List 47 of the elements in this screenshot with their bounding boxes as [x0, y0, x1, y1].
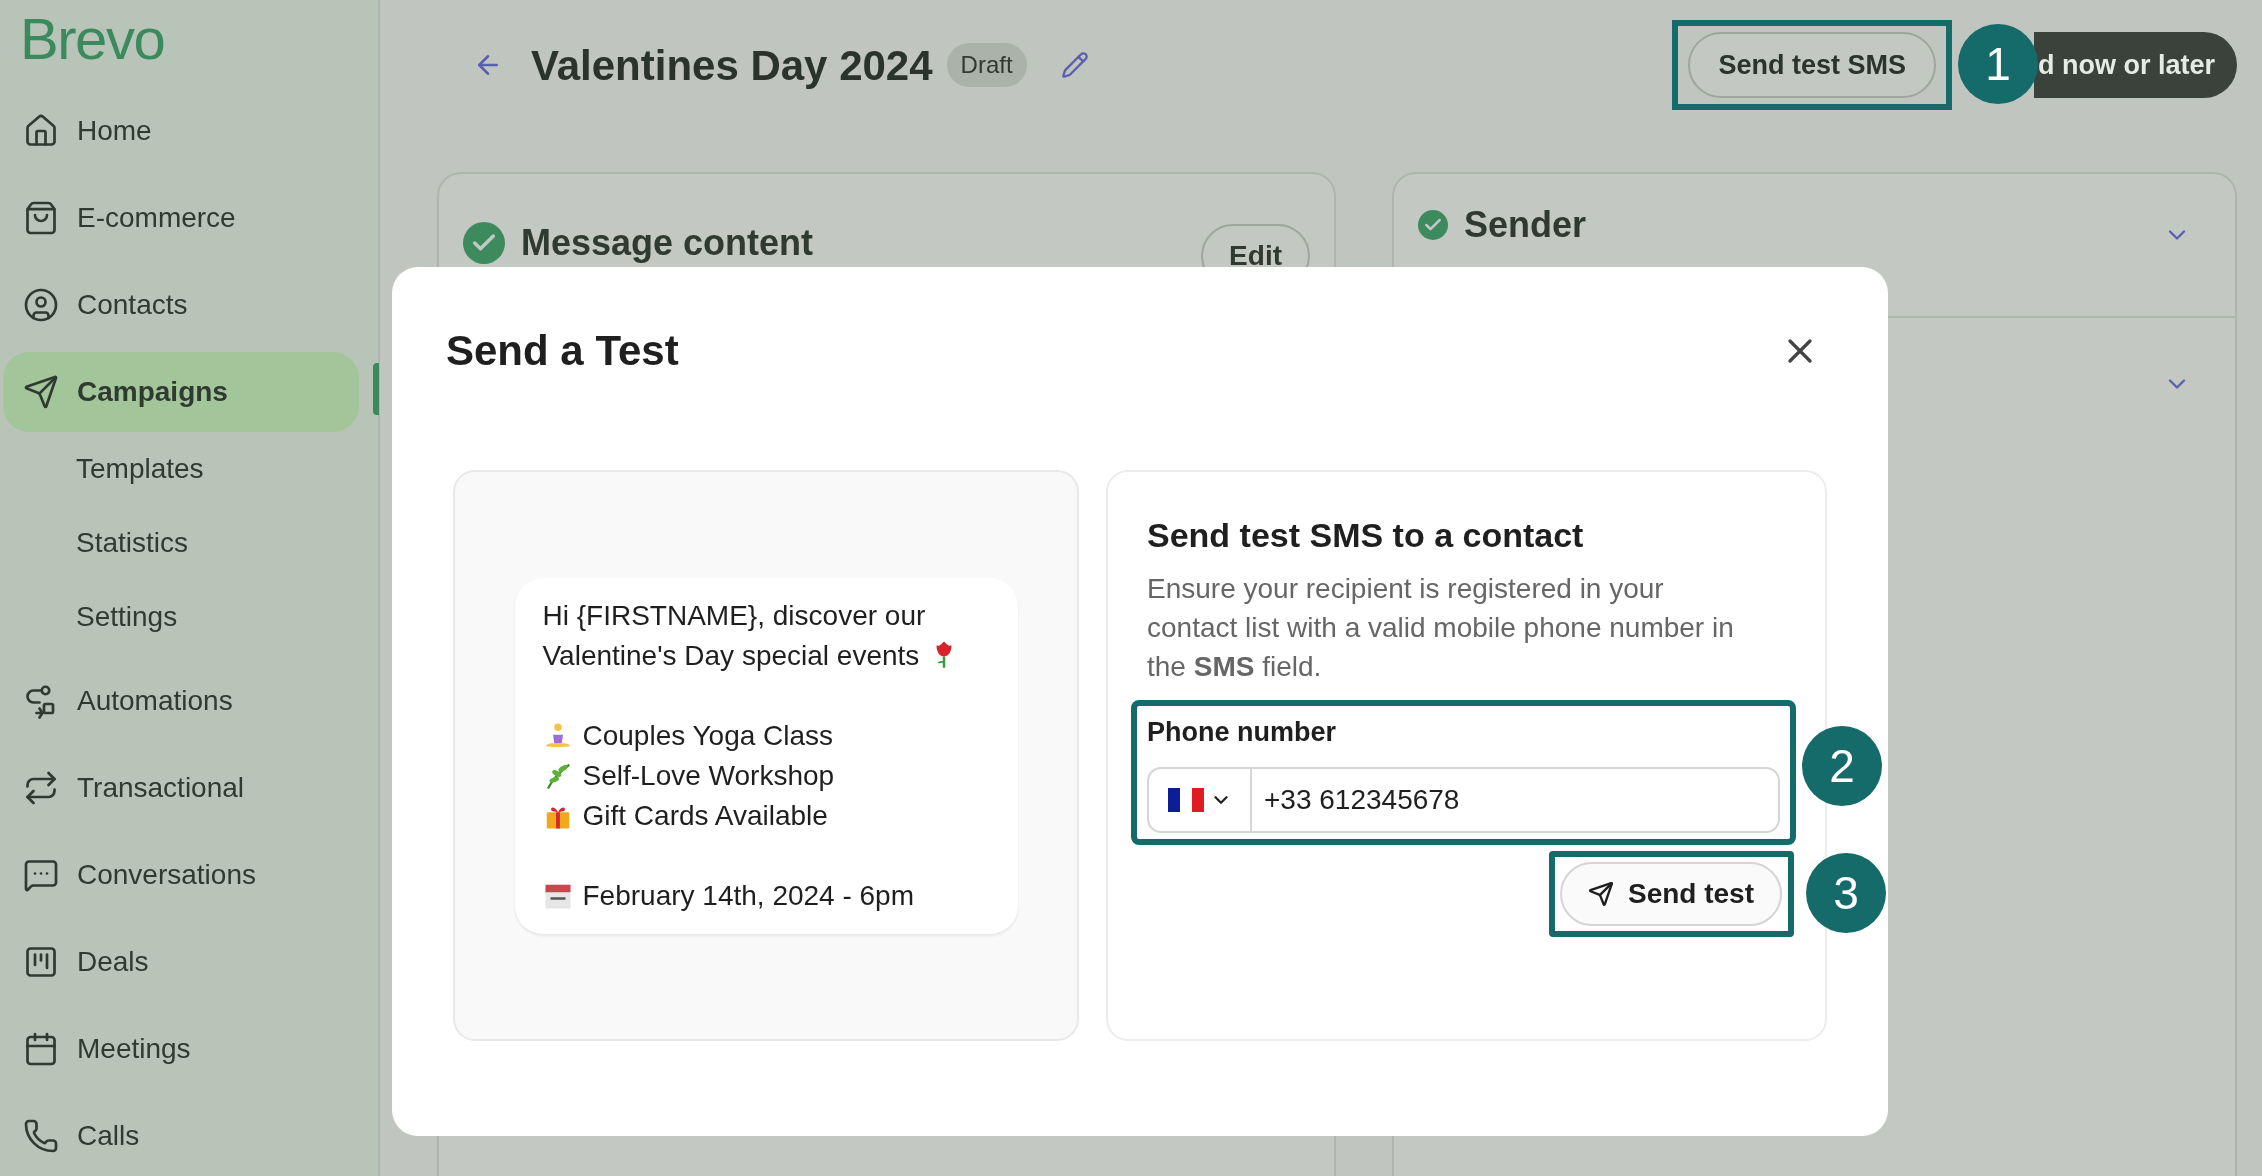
sidebar-nav-item[interactable]: Meetings: [3, 1009, 359, 1089]
message-text: Self-Love Workshop: [582, 758, 835, 793]
dialog-title: Send a Test: [446, 326, 679, 376]
sidebar-nav-item[interactable]: Calls: [3, 1096, 359, 1176]
france-flag-icon: [1167, 787, 1204, 812]
sidebar-nav-item[interactable]: E-commerce: [3, 178, 359, 258]
paper-plane-icon: [1587, 880, 1614, 907]
step-number-badge: 2: [1802, 726, 1882, 806]
schedule-button[interactable]: d now or later: [2033, 32, 2237, 98]
active-indicator: [373, 363, 379, 415]
sidebar-subitem[interactable]: Settings: [0, 580, 378, 654]
phone-icon: [23, 1118, 59, 1154]
shopping-bag-icon: [23, 200, 59, 236]
sidebar-nav-item[interactable]: Deals: [3, 922, 359, 1002]
phone-number-field[interactable]: +33 612345678: [1147, 766, 1780, 833]
sidebar-subitem[interactable]: Templates: [0, 432, 378, 506]
field-label: Phone number: [1147, 716, 1337, 749]
send-test-button[interactable]: Send test: [1559, 861, 1782, 926]
calendar-icon: [23, 1031, 59, 1067]
message-text: Hi {FIRSTNAME}, discover our Valentine's Day special events: [542, 599, 926, 671]
sidebar-nav-item[interactable]: Transactional: [3, 748, 359, 828]
sidebar-nav-item[interactable]: Campaigns: [3, 352, 359, 432]
card-title: Sender: [1464, 203, 1587, 247]
status-tag: Draft: [946, 43, 1027, 87]
user-circle-icon: [23, 287, 59, 323]
form-heading: Send test SMS to a contact: [1147, 515, 1585, 556]
sidebar-nav-item[interactable]: Home: [3, 91, 359, 171]
step-number-badge: 1: [1957, 24, 2038, 104]
card-title: Message content: [521, 221, 814, 265]
sidebar-nav-item[interactable]: Contacts: [3, 265, 359, 345]
sidebar-nav-item[interactable]: Conversations: [3, 835, 359, 915]
message-text: Couples Yoga Class: [582, 718, 834, 753]
form-description: Ensure your recipient is registered in your contact list with a valid mobile phone number in the SMS field.: [1147, 572, 1735, 684]
message-text: Gift Cards Available: [582, 798, 828, 833]
kanban-board-icon: [23, 944, 59, 980]
sidebar-subitem[interactable]: Statistics: [0, 506, 378, 580]
chat-bubble-icon: [23, 857, 59, 893]
sidebar-nav-item[interactable]: Automations: [3, 661, 359, 741]
home-icon: [23, 113, 59, 149]
repeat-icon: [23, 770, 59, 806]
message-text: February 14th, 2024 - 6pm: [582, 878, 914, 913]
send-test-sms-button[interactable]: Send test SMS: [1688, 32, 1936, 98]
phone-input[interactable]: +33 612345678: [1252, 778, 1778, 821]
edit-pencil-icon[interactable]: [1060, 51, 1089, 79]
campaign-title: Valentines Day 2024: [531, 40, 933, 91]
paper-plane-icon: [23, 374, 59, 410]
step-number-badge: 3: [1806, 852, 1886, 933]
